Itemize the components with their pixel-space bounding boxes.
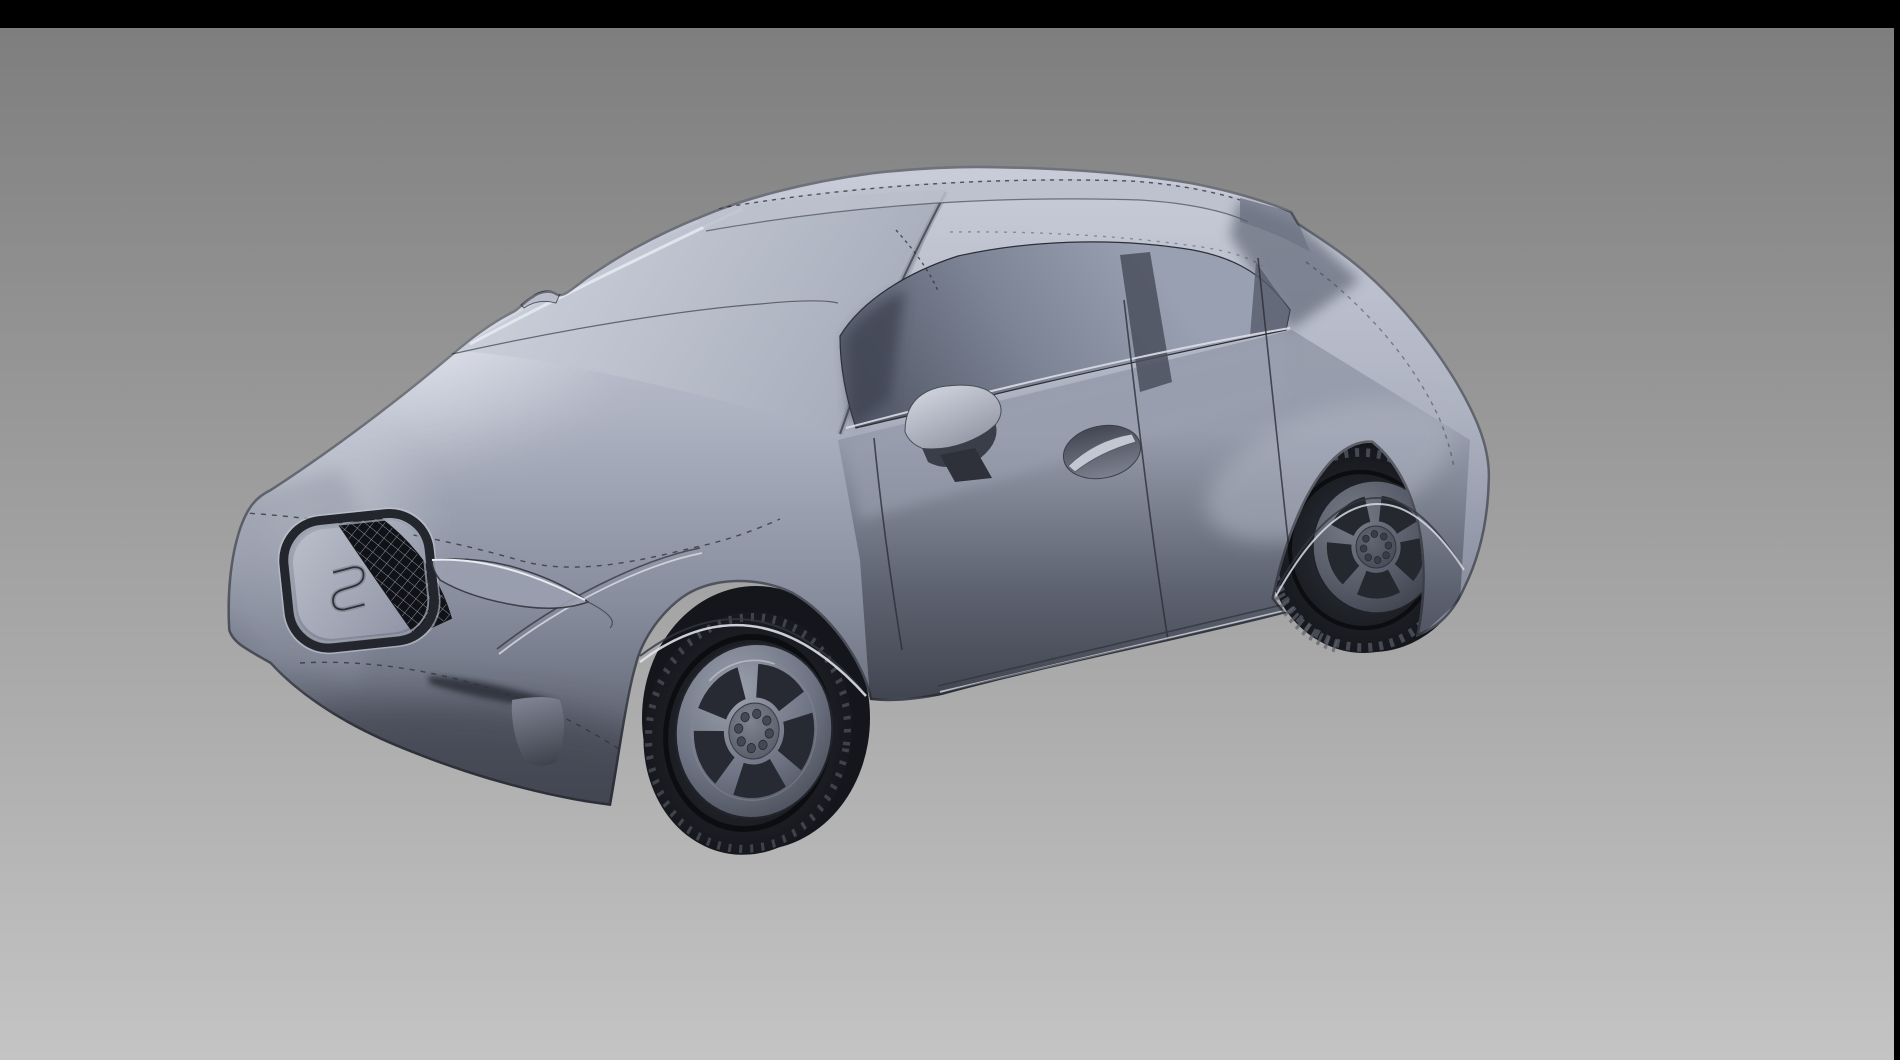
app-screen (0, 0, 1900, 1060)
3d-viewport[interactable] (0, 0, 1900, 1060)
right-black-strip (1894, 0, 1900, 1060)
top-black-bar (0, 0, 1900, 28)
front-grille (274, 503, 454, 658)
